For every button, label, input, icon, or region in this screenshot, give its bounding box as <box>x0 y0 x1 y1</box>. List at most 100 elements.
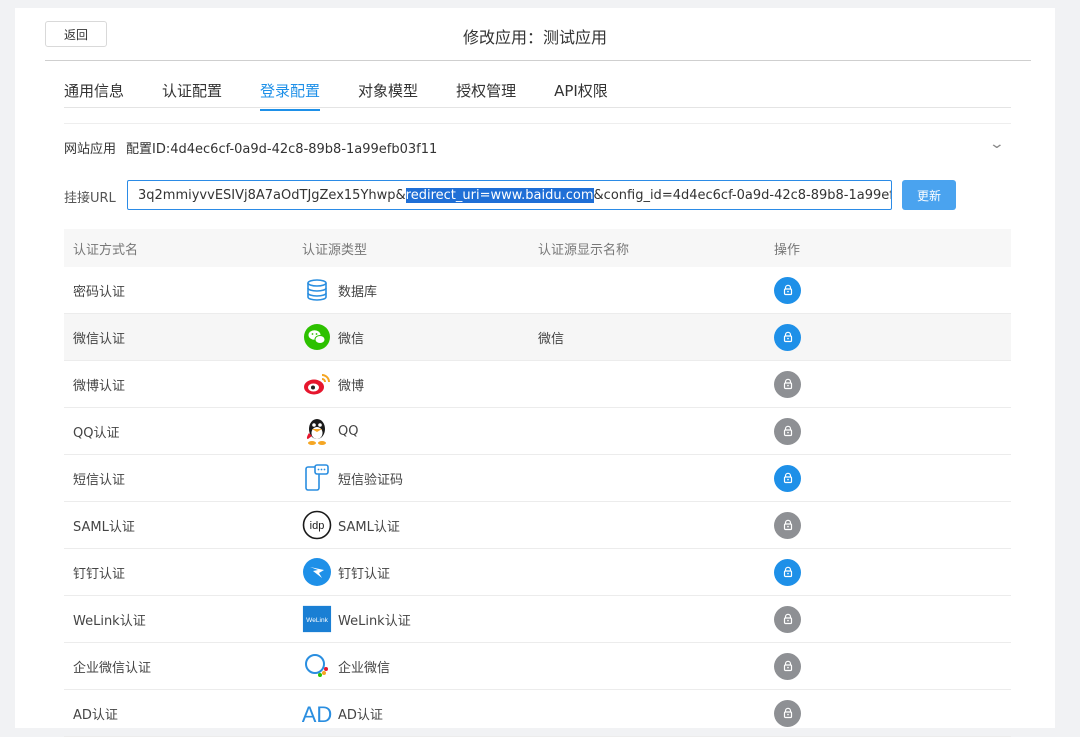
lock-toggle-button[interactable] <box>774 699 801 727</box>
action-cell <box>774 652 974 680</box>
wechat-icon <box>302 322 332 352</box>
url-suffix: &config_id=4d4ec6cf-0a9d-42c8-89b8-1a99e… <box>593 187 892 203</box>
page-title: 修改应用：测试应用 <box>462 28 607 47</box>
url-prefix: 3q2mmiyvvESIVj8A7aOdTJgZex15Yhwp& <box>138 187 406 203</box>
lock-icon <box>782 660 794 672</box>
action-cell <box>774 370 974 398</box>
auth-source-type-label: 微博 <box>338 378 365 394</box>
action-cell <box>774 417 974 445</box>
lock-toggle-button[interactable] <box>774 511 801 539</box>
auth-source-type: WeLink WeLink认证 <box>302 604 538 634</box>
table-body: 密码认证 数据库微信认证 微信 微信微博认证 微博 QQ认证 QQ 短信认证 短信验证码 SAML… <box>64 267 1011 737</box>
wecom-icon <box>302 651 332 681</box>
auth-source-type-label: 钉钉认证 <box>338 566 391 582</box>
main-card: 返回 修改应用：测试应用 通用信息 认证配置 登录配置 对象模型 授权管理 AP… <box>15 8 1055 737</box>
table-row: 微信认证 微信 微信 <box>64 314 1011 361</box>
lock-toggle-button[interactable] <box>774 323 801 351</box>
lock-icon <box>782 566 794 578</box>
auth-method-name: WeLink认证 <box>73 613 146 629</box>
title-divider <box>45 60 1031 61</box>
lock-toggle-button[interactable] <box>774 464 801 492</box>
action-cell <box>774 511 974 539</box>
url-selected-text: redirect_uri=www.baidu.com <box>405 187 594 203</box>
update-button[interactable]: 更新 <box>902 180 956 210</box>
action-cell <box>774 323 974 351</box>
action-cell <box>774 464 974 492</box>
table-row: 密码认证 数据库 <box>64 267 1011 314</box>
svg-text:WeLink: WeLink <box>306 617 328 624</box>
table-row: SAML认证 idp SAML认证 <box>64 502 1011 549</box>
table-row: 短信认证 短信验证码 <box>64 455 1011 502</box>
auth-source-type-label: 短信验证码 <box>338 472 404 488</box>
auth-source-type-label: 企业微信 <box>338 660 391 676</box>
sms-icon <box>302 463 332 493</box>
auth-method-name: 微信认证 <box>73 331 126 347</box>
action-cell <box>774 605 974 633</box>
lock-toggle-button[interactable] <box>774 276 801 304</box>
lock-toggle-button[interactable] <box>774 417 801 445</box>
auth-method-name: 企业微信认证 <box>73 660 152 676</box>
lock-icon <box>782 707 794 719</box>
table-row: WeLink认证 WeLink WeLink认证 <box>64 596 1011 643</box>
tabs-divider <box>64 107 1011 108</box>
table-row: QQ认证 QQ <box>64 408 1011 455</box>
auth-source-type-label: WeLink认证 <box>338 613 411 629</box>
auth-method-name: 微博认证 <box>73 378 126 394</box>
auth-method-name: AD认证 <box>73 707 118 723</box>
auth-source-type: QQ <box>302 416 538 446</box>
auth-method-name: 密码认证 <box>73 284 126 300</box>
auth-method-name: SAML认证 <box>73 519 135 535</box>
header-display: 认证源显示名称 <box>538 242 630 258</box>
auth-source-type: 微信 <box>302 322 538 352</box>
table-header: 认证方式名 认证源类型 认证源显示名称 操作 <box>64 229 1011 267</box>
auth-table: 认证方式名 认证源类型 认证源显示名称 操作 密码认证 数据库微信认证 微信 微信微博… <box>64 229 1011 737</box>
auth-source-type: 数据库 <box>302 275 538 305</box>
table-row: 企业微信认证 企业微信 <box>64 643 1011 690</box>
auth-source-type: idp SAML认证 <box>302 510 538 540</box>
config-divider <box>64 123 1011 124</box>
ad-icon: AD <box>302 698 332 728</box>
dingtalk-icon <box>302 557 332 587</box>
header-type: 认证源类型 <box>302 242 368 258</box>
lock-toggle-button[interactable] <box>774 558 801 586</box>
auth-source-type: 企业微信 <box>302 651 538 681</box>
idp-icon: idp <box>302 510 332 540</box>
auth-source-type: 钉钉认证 <box>302 557 538 587</box>
welink-icon: WeLink <box>302 604 332 634</box>
config-header[interactable]: 网站应用 配置ID:4d4ec6cf-0a9d-42c8-89b8-1a99ef… <box>64 138 437 157</box>
lock-icon <box>782 472 794 484</box>
auth-method-name: 钉钉认证 <box>73 566 126 582</box>
lock-toggle-button[interactable] <box>774 370 801 398</box>
qq-icon <box>302 416 332 446</box>
lock-icon <box>782 425 794 437</box>
config-id: 配置ID:4d4ec6cf-0a9d-42c8-89b8-1a99efb03f1… <box>126 142 438 157</box>
auth-source-type-label: 数据库 <box>338 284 378 300</box>
lock-icon <box>782 331 794 343</box>
lock-icon <box>782 519 794 531</box>
auth-source-display-name: 微信 <box>538 331 565 347</box>
svg-text:idp: idp <box>310 520 325 532</box>
auth-method-name: 短信认证 <box>73 472 126 488</box>
auth-source-type-label: AD认证 <box>338 707 383 723</box>
header-action: 操作 <box>774 242 801 258</box>
lock-toggle-button[interactable] <box>774 652 801 680</box>
chevron-down-icon[interactable]: ⌄ <box>989 136 1005 152</box>
lock-icon <box>782 284 794 296</box>
weibo-icon <box>302 369 332 399</box>
lock-toggle-button[interactable] <box>774 605 801 633</box>
auth-source-type: AD AD认证 <box>302 698 538 728</box>
url-label: 挂接URL <box>64 191 116 206</box>
auth-source-type-label: QQ <box>338 423 359 439</box>
action-cell <box>774 276 974 304</box>
action-cell <box>774 699 974 727</box>
url-input[interactable]: 3q2mmiyvvESIVj8A7aOdTJgZex15Yhwp& redirec… <box>127 180 892 210</box>
action-cell <box>774 558 974 586</box>
svg-text:AD: AD <box>302 702 332 727</box>
auth-source-type: 微博 <box>302 369 538 399</box>
table-row: 钉钉认证 钉钉认证 <box>64 549 1011 596</box>
auth-source-type: 短信验证码 <box>302 463 538 493</box>
auth-source-type-label: SAML认证 <box>338 519 400 535</box>
lock-icon <box>782 378 794 390</box>
table-row: 微博认证 微博 <box>64 361 1011 408</box>
header-name: 认证方式名 <box>73 242 139 258</box>
